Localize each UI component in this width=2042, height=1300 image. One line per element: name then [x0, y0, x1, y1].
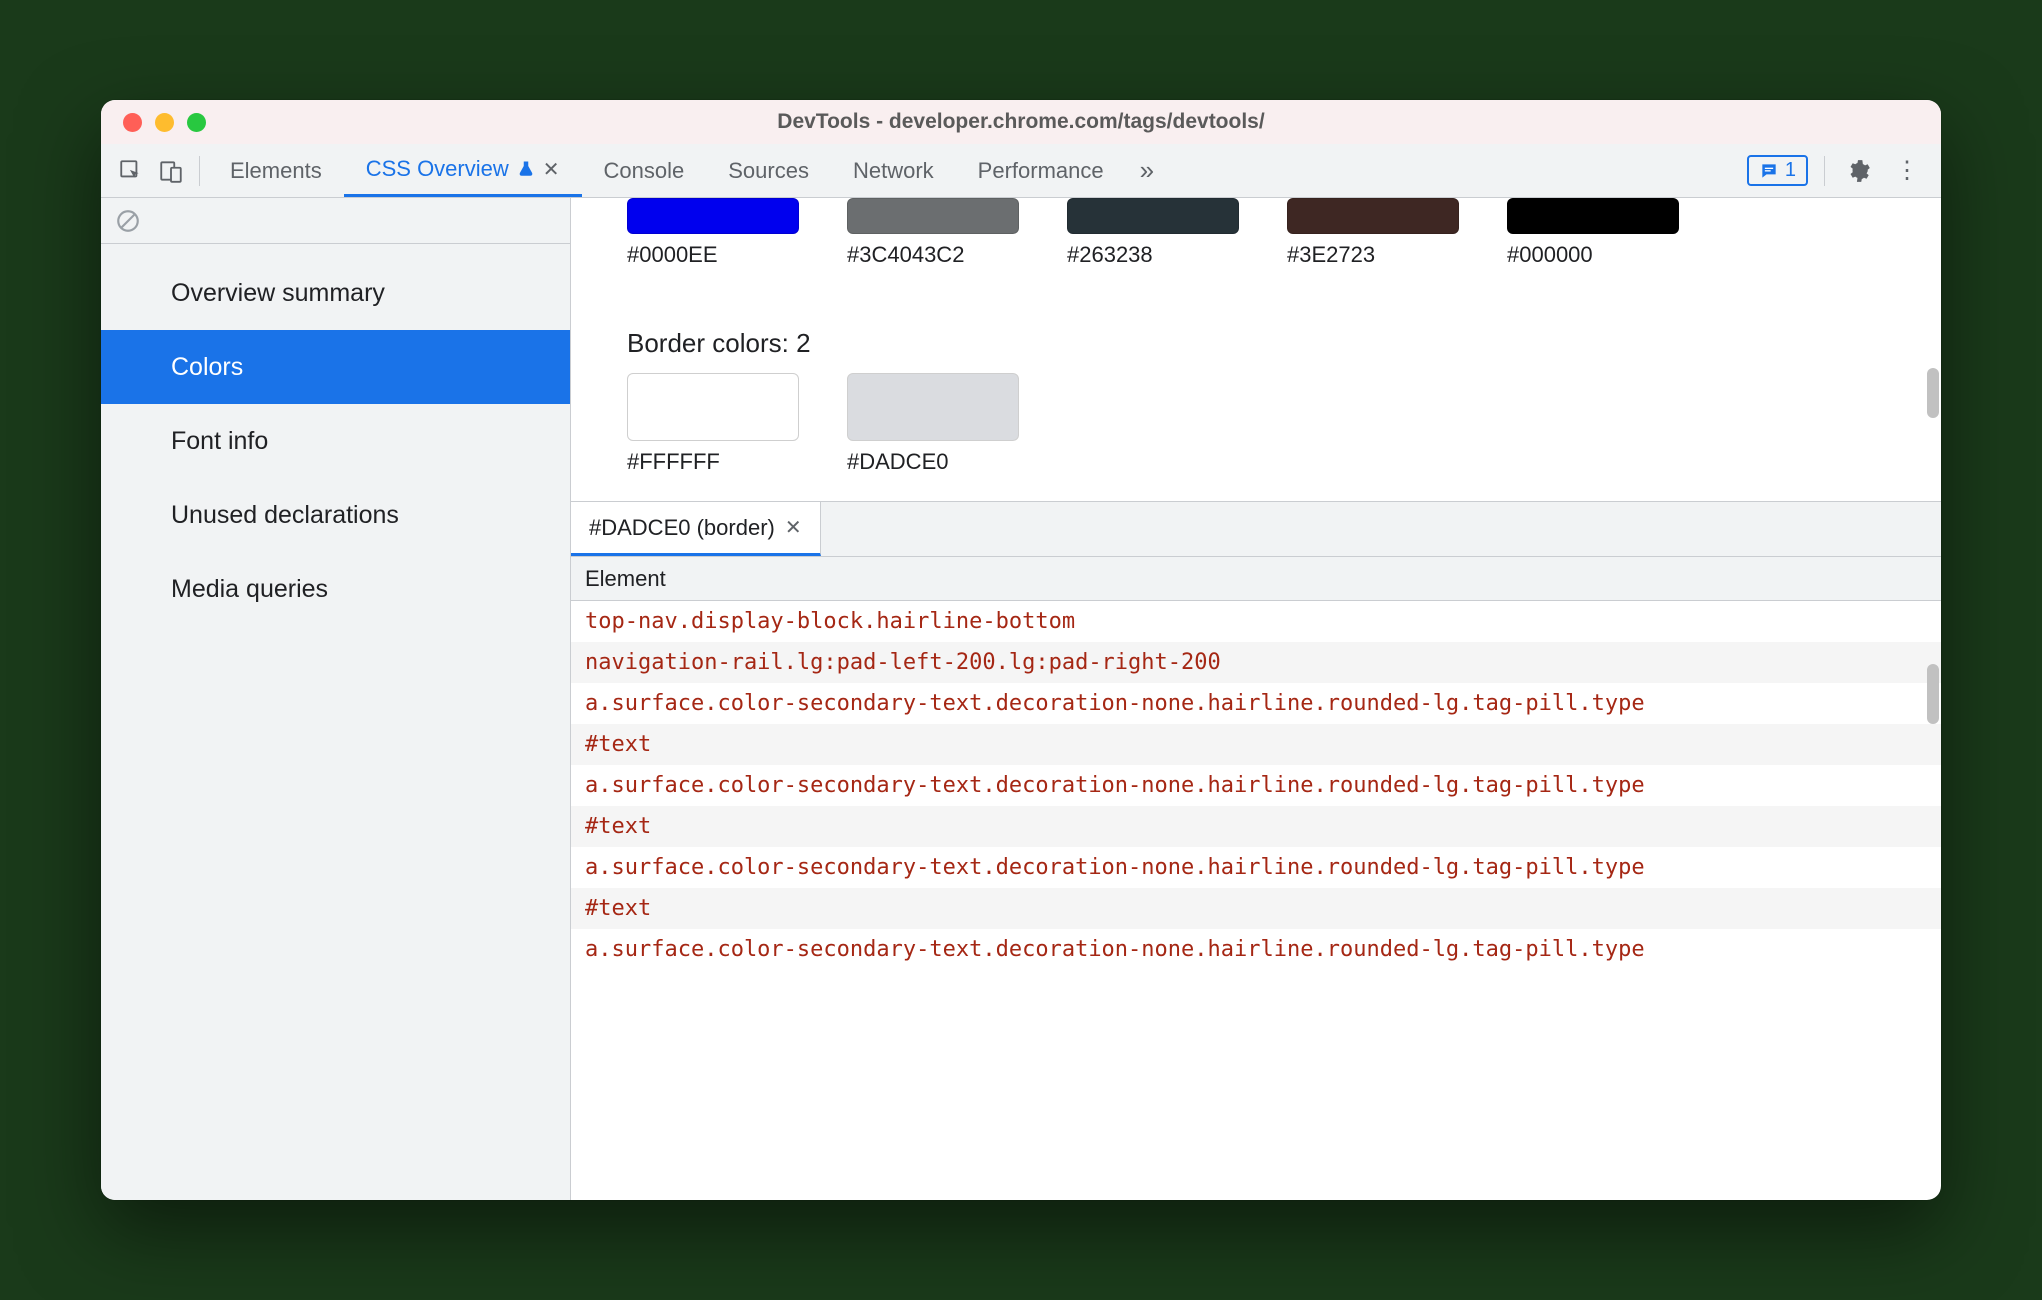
more-tabs-icon[interactable]: » — [1126, 155, 1168, 186]
color-swatch[interactable]: #DADCE0 — [847, 373, 1019, 475]
css-overview-sidebar: Overview summary Colors Font info Unused… — [101, 198, 571, 1200]
sidebar-toolbar — [101, 198, 570, 244]
element-row[interactable]: a.surface.color-secondary-text.decoratio… — [571, 765, 1941, 806]
sidebar-item-media-queries[interactable]: Media queries — [101, 552, 570, 626]
element-column-header: Element — [571, 557, 1941, 601]
tab-performance[interactable]: Performance — [956, 144, 1126, 197]
tab-label: Elements — [230, 158, 322, 184]
close-detail-tab-icon[interactable]: ✕ — [785, 515, 802, 540]
swatch-label: #263238 — [1067, 242, 1153, 268]
traffic-lights — [101, 113, 206, 132]
detail-tab[interactable]: #DADCE0 (border) ✕ — [571, 502, 821, 556]
tab-sources[interactable]: Sources — [706, 144, 831, 197]
devtools-toolbar: Elements CSS Overview ✕ Console Sources … — [101, 144, 1941, 198]
element-row[interactable]: a.surface.color-secondary-text.decoratio… — [571, 847, 1941, 888]
panel-tabstrip: Elements CSS Overview ✕ Console Sources … — [208, 144, 1126, 197]
swatch-label: #3E2723 — [1287, 242, 1375, 268]
zoom-window-button[interactable] — [187, 113, 206, 132]
tab-css-overview[interactable]: CSS Overview ✕ — [344, 144, 582, 197]
sidebar-item-label: Media queries — [171, 575, 328, 604]
sidebar-item-label: Colors — [171, 353, 243, 382]
swatch-label: #3C4043C2 — [847, 242, 964, 268]
element-row[interactable]: a.surface.color-secondary-text.decoratio… — [571, 683, 1941, 724]
tab-label: Network — [853, 158, 934, 184]
titlebar: DevTools - developer.chrome.com/tags/dev… — [101, 100, 1941, 144]
sidebar-item-overview-summary[interactable]: Overview summary — [101, 256, 570, 330]
message-icon — [1759, 161, 1779, 181]
sidebar-nav: Overview summary Colors Font info Unused… — [101, 244, 570, 626]
tab-label: CSS Overview — [366, 156, 509, 182]
color-swatch[interactable]: #0000EE — [627, 198, 799, 268]
tab-label: Performance — [978, 158, 1104, 184]
swatch-chip[interactable] — [847, 373, 1019, 441]
element-row[interactable]: #text — [571, 724, 1941, 765]
scrollbar-thumb[interactable] — [1927, 368, 1939, 418]
sidebar-item-unused-declarations[interactable]: Unused declarations — [101, 478, 570, 552]
element-row[interactable]: a.surface.color-secondary-text.decoratio… — [571, 929, 1941, 970]
swatch-chip[interactable] — [627, 373, 799, 441]
swatch-label: #FFFFFF — [627, 449, 720, 475]
element-row[interactable]: #text — [571, 888, 1941, 929]
sidebar-item-label: Font info — [171, 427, 268, 456]
color-swatch[interactable]: #263238 — [1067, 198, 1239, 268]
sidebar-item-colors[interactable]: Colors — [101, 330, 570, 404]
close-tab-icon[interactable]: ✕ — [543, 157, 560, 182]
clear-overview-icon[interactable] — [115, 208, 141, 234]
sidebar-item-label: Overview summary — [171, 279, 385, 308]
border-swatch-row: #FFFFFF #DADCE0 — [571, 373, 1941, 501]
swatch-chip[interactable] — [847, 198, 1019, 234]
separator — [1824, 156, 1825, 186]
sidebar-item-font-info[interactable]: Font info — [101, 404, 570, 478]
separator — [199, 156, 200, 186]
element-row[interactable]: top-nav.display-block.hairline-bottom — [571, 601, 1941, 642]
border-colors-heading: Border colors: 2 — [571, 280, 1941, 373]
swatch-chip[interactable] — [627, 198, 799, 234]
element-row[interactable]: navigation-rail.lg:pad-left-200.lg:pad-r… — [571, 642, 1941, 683]
swatch-chip[interactable] — [1067, 198, 1239, 234]
swatch-label: #000000 — [1507, 242, 1593, 268]
color-swatch[interactable]: #3E2723 — [1287, 198, 1459, 268]
window-title: DevTools - developer.chrome.com/tags/dev… — [101, 110, 1941, 134]
issues-counter[interactable]: 1 — [1747, 155, 1808, 186]
color-swatch-row: #0000EE #3C4043C2 #263238 #3E2723 #000000 — [571, 198, 1941, 280]
detail-tabbar: #DADCE0 (border) ✕ — [571, 501, 1941, 557]
swatch-chip[interactable] — [1287, 198, 1459, 234]
swatch-label: #DADCE0 — [847, 449, 948, 475]
tab-network[interactable]: Network — [831, 144, 956, 197]
inspect-element-icon[interactable] — [111, 151, 151, 191]
element-list: top-nav.display-block.hairline-bottomnav… — [571, 601, 1941, 1200]
issues-count: 1 — [1785, 159, 1796, 182]
scrollbar-thumb[interactable] — [1927, 664, 1939, 724]
tab-label: Sources — [728, 158, 809, 184]
detail-tab-label: #DADCE0 (border) — [589, 515, 775, 541]
css-overview-main: #0000EE #3C4043C2 #263238 #3E2723 #000000 Bo… — [571, 198, 1941, 1200]
flask-icon — [517, 160, 535, 178]
tab-elements[interactable]: Elements — [208, 144, 344, 197]
swatch-label: #0000EE — [627, 242, 718, 268]
devtools-window: DevTools - developer.chrome.com/tags/dev… — [101, 100, 1941, 1200]
more-options-icon[interactable]: ⋮ — [1883, 156, 1931, 185]
sidebar-item-label: Unused declarations — [171, 501, 399, 530]
close-window-button[interactable] — [123, 113, 142, 132]
settings-icon[interactable] — [1833, 158, 1883, 184]
device-toolbar-icon[interactable] — [151, 151, 191, 191]
tab-console[interactable]: Console — [582, 144, 707, 197]
swatch-chip[interactable] — [1507, 198, 1679, 234]
color-swatch[interactable]: #FFFFFF — [627, 373, 799, 475]
color-swatch[interactable]: #000000 — [1507, 198, 1679, 268]
element-row[interactable]: #text — [571, 806, 1941, 847]
tab-label: Console — [604, 158, 685, 184]
minimize-window-button[interactable] — [155, 113, 174, 132]
color-swatch[interactable]: #3C4043C2 — [847, 198, 1019, 268]
